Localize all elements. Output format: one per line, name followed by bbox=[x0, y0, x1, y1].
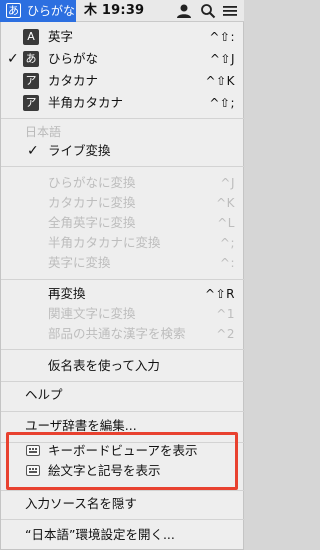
menu-item-convert-eiji: 英字に変換 ^: bbox=[1, 252, 245, 274]
menu-item-label: 入力ソース名を隠す bbox=[25, 496, 137, 511]
input-source-menu-extra[interactable]: あ ひらがな bbox=[0, 0, 76, 22]
checkmark-icon: ✓ bbox=[7, 51, 19, 67]
shortcut: ^⇧R bbox=[205, 287, 235, 301]
menu-item-live-conversion[interactable]: ✓ ライブ変換 bbox=[1, 140, 245, 162]
menu-bar-clock[interactable]: 木 19:39 bbox=[84, 2, 144, 20]
menu-item-label: ひらがなに変換 bbox=[48, 175, 136, 190]
separator bbox=[1, 519, 245, 520]
menu-item-kana-table[interactable]: 仮名表を使って入力 bbox=[1, 355, 245, 377]
input-source-glyph: あ bbox=[6, 3, 21, 18]
menu-item-hide-source-name[interactable]: 入力ソース名を隠す bbox=[1, 493, 245, 515]
menu-item-label: ひらがな bbox=[48, 51, 99, 66]
shortcut: ^⇧J bbox=[209, 52, 235, 66]
annotation-highlight-box bbox=[6, 432, 238, 490]
menu-item-convert-katakana: カタカナに変換 ^K bbox=[1, 192, 245, 214]
menu-item-convert-hiragana: ひらがなに変換 ^J bbox=[1, 172, 245, 194]
menu-item-help[interactable]: ヘルプ bbox=[1, 384, 245, 406]
menu-item-label: 部品の共通な漢字を検索 bbox=[48, 326, 186, 341]
shortcut: ^: bbox=[219, 256, 235, 270]
menu-item-label: 英字に変換 bbox=[48, 255, 111, 270]
shortcut: ^⇧; bbox=[209, 96, 235, 110]
separator bbox=[1, 118, 245, 119]
shortcut: ^L bbox=[217, 216, 235, 230]
shortcut: ^⇧K bbox=[205, 74, 235, 88]
menu-item-label: ヘルプ bbox=[25, 387, 63, 402]
section-header-japanese: 日本語 bbox=[25, 125, 62, 139]
hankaku-katakana-source-icon: ア bbox=[23, 95, 39, 111]
menu-item-eiji[interactable]: A 英字 ^⇧: bbox=[1, 26, 245, 48]
separator bbox=[1, 166, 245, 167]
menu-item-label: 関連文字に変換 bbox=[48, 306, 136, 321]
menu-item-convert-hankaku-katakana: 半角カタカナに変換 ^; bbox=[1, 232, 245, 254]
menu-item-label: 半角カタカナ bbox=[48, 95, 124, 110]
checkmark-icon: ✓ bbox=[27, 143, 39, 159]
menu-item-label: 仮名表を使って入力 bbox=[48, 358, 160, 373]
menu-item-open-preferences[interactable]: “日本語”環境設定を開く... bbox=[1, 524, 245, 546]
katakana-source-icon: ア bbox=[23, 73, 39, 89]
menu-item-related-chars: 関連文字に変換 ^1 bbox=[1, 303, 245, 325]
user-icon[interactable] bbox=[176, 3, 192, 19]
shortcut: ^⇧: bbox=[209, 30, 235, 44]
menu-item-common-kanji-search: 部品の共通な漢字を検索 ^2 bbox=[1, 323, 245, 345]
menu-item-label: カタカナに変換 bbox=[48, 195, 136, 210]
search-icon[interactable] bbox=[200, 3, 216, 19]
menu-item-label: カタカナ bbox=[48, 73, 99, 88]
alphabet-source-icon: A bbox=[23, 29, 39, 45]
menu-item-convert-zenkaku-eiji: 全角英字に変換 ^L bbox=[1, 212, 245, 234]
menu-item-hankaku-katakana[interactable]: ア 半角カタカナ ^⇧; bbox=[1, 92, 245, 114]
separator bbox=[1, 349, 245, 350]
menu-item-hiragana[interactable]: ✓ あ ひらがな ^⇧J bbox=[1, 48, 245, 70]
menu-item-label: ライブ変換 bbox=[48, 143, 111, 158]
menu-item-label: “日本語”環境設定を開く... bbox=[25, 527, 175, 542]
menu-item-katakana[interactable]: ア カタカナ ^⇧K bbox=[1, 70, 245, 92]
shortcut: ^2 bbox=[216, 327, 235, 341]
separator bbox=[1, 381, 245, 382]
shortcut: ^1 bbox=[216, 307, 235, 321]
input-source-name: ひらがな bbox=[27, 4, 76, 18]
menu-item-label: 再変換 bbox=[48, 286, 86, 301]
separator bbox=[1, 490, 245, 491]
menu-bar: あ ひらがな 木 19:39 bbox=[0, 0, 244, 22]
menu-item-reconvert[interactable]: 再変換 ^⇧R bbox=[1, 283, 245, 305]
shortcut: ^K bbox=[216, 196, 235, 210]
shortcut: ^J bbox=[220, 176, 235, 190]
menu-item-label: 英字 bbox=[48, 29, 74, 44]
menu-item-label: 全角英字に変換 bbox=[48, 215, 136, 230]
separator bbox=[1, 411, 245, 412]
list-icon[interactable] bbox=[222, 3, 238, 19]
separator bbox=[1, 279, 245, 280]
hiragana-source-icon: あ bbox=[23, 51, 39, 67]
shortcut: ^; bbox=[219, 236, 235, 250]
menu-item-label: 半角カタカナに変換 bbox=[48, 235, 161, 250]
